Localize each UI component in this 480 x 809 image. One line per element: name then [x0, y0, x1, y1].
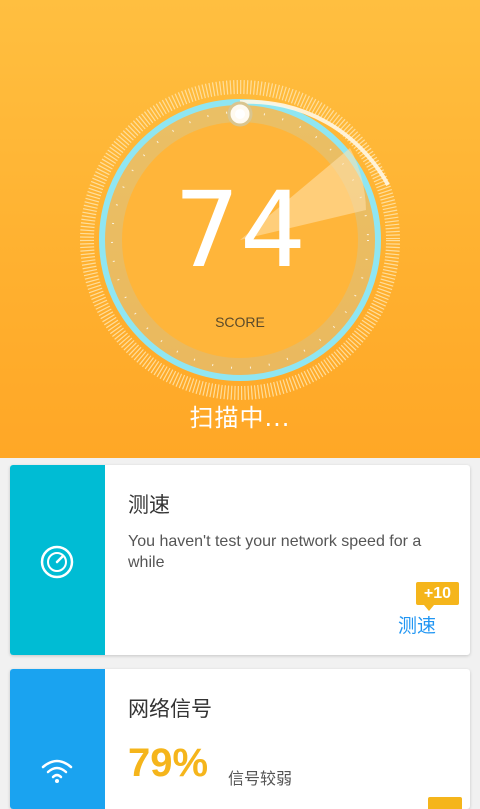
card-title: 测速 [128, 493, 170, 517]
network-signal-card[interactable]: 网络信号 79% 信号较弱 [10, 669, 470, 809]
speed-test-card[interactable]: 测速 You haven't test your network speed f… [10, 465, 470, 655]
speedometer-icon [40, 545, 74, 579]
scan-status: 扫描中... [189, 404, 291, 432]
card-strip [10, 669, 105, 809]
bonus-badge [428, 797, 462, 809]
speed-test-button[interactable]: 测速 [398, 611, 436, 638]
signal-percent: 79% [128, 741, 209, 785]
signal-description: 信号较弱 [228, 769, 293, 788]
score-label: SCORE [215, 314, 265, 330]
card-strip [10, 465, 105, 655]
card-description: You haven't test your network speed for … [128, 533, 422, 571]
wifi-icon [41, 759, 73, 783]
bonus-badge: +10 [416, 582, 459, 611]
score-panel: 74 SCORE 扫描中... [0, 0, 480, 458]
card-title: 网络信号 [128, 697, 212, 721]
score-value: 74 [173, 169, 307, 291]
